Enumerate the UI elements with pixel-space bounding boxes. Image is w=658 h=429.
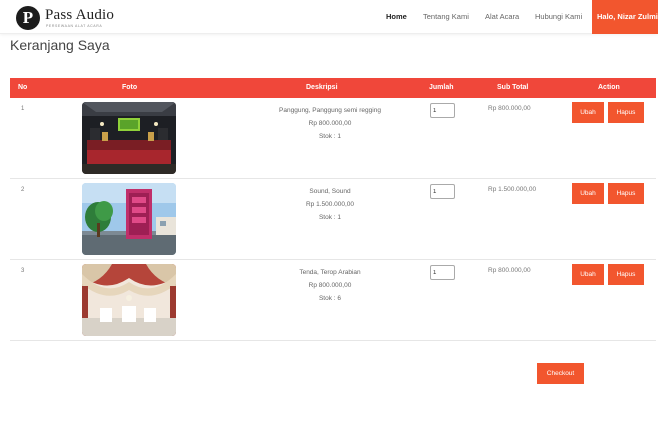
item-subtotal: Rp 800.000,00 [488, 267, 531, 274]
item-price: Rp 800.000,00 [308, 120, 352, 127]
item-description: Panggung, Panggung semi regging Rp 800.0… [240, 104, 420, 143]
item-subtotal: Rp 800.000,00 [488, 105, 531, 112]
item-price: Rp 800.000,00 [308, 282, 352, 289]
edit-button[interactable]: Ubah [572, 183, 604, 204]
item-title: Sound, Sound [309, 188, 351, 195]
brand-logo[interactable]: P [16, 6, 40, 30]
delete-button[interactable]: Hapus [608, 102, 644, 123]
table-row: 1 Panggung, Panggung semi regging Rp 800… [10, 98, 656, 179]
item-stock: Stok : 1 [318, 214, 342, 221]
table-row: 3 Tenda, Terop Arabian Rp 800.000,00 Sto… [10, 260, 656, 341]
item-price: Rp 1.500.000,00 [305, 201, 355, 208]
checkout-button[interactable]: Checkout [537, 363, 584, 384]
item-stock: Stok : 6 [318, 295, 342, 302]
cart-table: No Foto Deskripsi Jumlah Sub Total Actio… [10, 78, 656, 341]
sound-system-photo [82, 183, 176, 255]
brand-name[interactable]: Pass Audio [45, 7, 114, 24]
table-header: No Foto Deskripsi Jumlah Sub Total Actio… [10, 78, 656, 98]
header-foto: Foto [122, 84, 138, 91]
row-number: 3 [21, 268, 25, 274]
item-stock: Stok : 1 [318, 133, 342, 140]
item-title: Panggung, Panggung semi regging [279, 107, 381, 114]
header-no: No [18, 84, 28, 91]
tent-decoration-photo [82, 264, 176, 336]
nav-alat-acara[interactable]: Alat Acara [485, 12, 519, 21]
stage-photo [82, 102, 176, 174]
header-action: Action [598, 84, 620, 91]
quantity-input[interactable] [430, 103, 455, 118]
item-description: Sound, Sound Rp 1.500.000,00 Stok : 1 [240, 185, 420, 224]
brand-tagline: PERSEWAAN ALAT ACARA [46, 24, 103, 28]
header-deskripsi: Deskripsi [306, 84, 338, 91]
quantity-input[interactable] [430, 184, 455, 199]
quantity-input[interactable] [430, 265, 455, 280]
row-number: 2 [21, 187, 25, 193]
header-jumlah: Jumlah [429, 84, 454, 91]
page-title: Keranjang Saya [10, 37, 110, 53]
row-number: 1 [21, 106, 25, 112]
delete-button[interactable]: Hapus [608, 264, 644, 285]
nav-hubungi-kami[interactable]: Hubungi Kami [535, 12, 582, 21]
edit-button[interactable]: Ubah [572, 102, 604, 123]
nav-tentang-kami[interactable]: Tentang Kami [423, 12, 469, 21]
navbar: P Pass Audio PERSEWAAN ALAT ACARA Home T… [0, 0, 658, 34]
delete-button[interactable]: Hapus [608, 183, 644, 204]
header-subtotal: Sub Total [497, 84, 529, 91]
nav-home[interactable]: Home [386, 12, 407, 21]
edit-button[interactable]: Ubah [572, 264, 604, 285]
item-description: Tenda, Terop Arabian Rp 800.000,00 Stok … [240, 266, 420, 305]
user-menu-button[interactable]: Halo, Nizar Zulmi [592, 0, 658, 34]
table-row: 2 Sound, Sound Rp 1.500.000,00 Stok: 1 … [10, 179, 656, 260]
item-subtotal: Rp 1.500.000,00 [488, 186, 537, 193]
item-title: Tenda, Terop Arabian [299, 269, 361, 276]
